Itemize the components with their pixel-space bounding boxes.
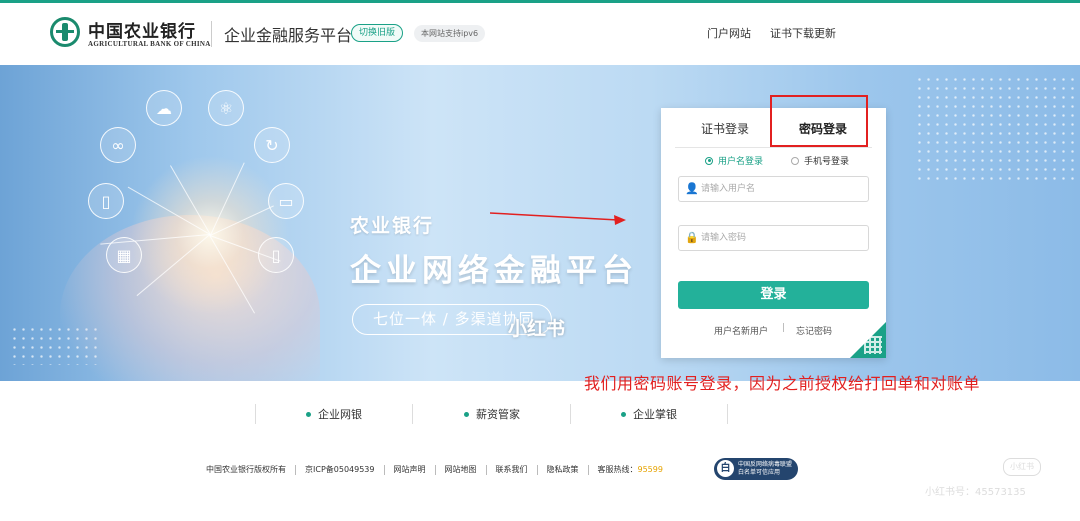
radio-selected-icon bbox=[705, 156, 713, 165]
abc-logo-icon[interactable] bbox=[50, 17, 80, 47]
footer-copyright: 中国农业银行版权所有 bbox=[206, 465, 286, 474]
product-separator bbox=[255, 404, 256, 424]
radio-username-label: 用户名登录 bbox=[718, 157, 764, 167]
product-link-mobile-banking[interactable]: 企业掌银 bbox=[621, 406, 677, 422]
bank-name-cn: 中国农业银行 bbox=[88, 22, 196, 42]
phone-icon: ▯ bbox=[258, 237, 294, 273]
link-separator: | bbox=[782, 323, 786, 333]
monitor-icon: ▭ bbox=[268, 183, 304, 219]
password-input[interactable]: 🔒 请输入密码 bbox=[678, 225, 869, 251]
login-button[interactable]: 登录 bbox=[678, 281, 869, 309]
cloud-icon: ☁ bbox=[146, 90, 182, 126]
radio-unselected-icon bbox=[791, 156, 799, 165]
lock-icon: 🔒 bbox=[685, 231, 699, 244]
bullet-icon bbox=[621, 411, 626, 417]
decor-dots bbox=[915, 75, 1080, 185]
bullet-icon bbox=[464, 411, 469, 417]
tab-separator bbox=[675, 147, 872, 148]
footer: 中国农业银行版权所有 京ICP备05049539 网站声明 网站地图 联系我们 … bbox=[197, 464, 672, 475]
switch-old-version-button[interactable]: 切换旧版 bbox=[351, 24, 404, 42]
bank-name-en: AGRICULTURAL BANK OF CHINA bbox=[88, 40, 211, 48]
xiaohongshu-id-watermark: 小红书号：45573135 bbox=[925, 487, 1026, 498]
banner-slogan-small: 农业银行 bbox=[350, 215, 435, 237]
radio-phone-login[interactable]: 手机号登录 bbox=[791, 154, 849, 167]
forgot-password-link[interactable]: 忘记密码 bbox=[796, 324, 832, 337]
atom-icon: ⚛ bbox=[208, 90, 244, 126]
product-link-corporate-banking[interactable]: 企业网银 bbox=[306, 406, 362, 422]
product-separator bbox=[727, 404, 728, 424]
header: 中国农业银行 AGRICULTURAL BANK OF CHINA 企业金融服务… bbox=[0, 3, 1080, 65]
product-link-payroll[interactable]: 薪资管家 bbox=[464, 406, 520, 422]
xiaohongshu-watermark: 小红书 bbox=[508, 318, 566, 340]
nav-portal-link[interactable]: 门户网站 bbox=[707, 25, 751, 41]
link-icon: ∞ bbox=[100, 127, 136, 163]
bullet-icon bbox=[306, 411, 311, 417]
ipv6-badge: 本网站支持ipv6 bbox=[414, 25, 486, 42]
footer-icp-link[interactable]: 京ICP备05049539 bbox=[296, 464, 384, 475]
mobile-icon: ▯ bbox=[88, 183, 124, 219]
qr-corner-icon[interactable] bbox=[850, 322, 886, 358]
footer-statement-link[interactable]: 网站声明 bbox=[385, 464, 435, 475]
whitelist-badge-icon: 白 bbox=[717, 460, 734, 477]
xiaohongshu-logo-watermark: 小红书 bbox=[1003, 458, 1041, 476]
product-separator bbox=[570, 404, 571, 424]
header-divider bbox=[211, 21, 212, 47]
annotation-note: 我们用密码账号登录，因为之前授权给打回单和对账单 bbox=[584, 374, 981, 393]
product-label: 企业掌银 bbox=[633, 408, 677, 421]
window-icon: ▦ bbox=[106, 237, 142, 273]
hotline-label: 客服热线： bbox=[597, 465, 638, 474]
annotation-arrow-icon bbox=[490, 212, 626, 225]
password-placeholder: 请输入密码 bbox=[701, 233, 747, 243]
banner-slogan-big: 企业网络金融平台 bbox=[350, 253, 638, 289]
badge-line1: 中国反网络病毒联盟 bbox=[738, 461, 793, 468]
product-label: 企业网银 bbox=[318, 408, 362, 421]
sync-icon: ↻ bbox=[254, 127, 290, 163]
badge-line2: 白名单可信应用 bbox=[738, 469, 781, 476]
annotation-highlight-box bbox=[770, 95, 868, 147]
nav-cert-download-link[interactable]: 证书下载更新 bbox=[770, 25, 836, 41]
radio-username-login[interactable]: 用户名登录 bbox=[705, 154, 763, 167]
tab-cert-login[interactable]: 证书登录 bbox=[701, 120, 749, 137]
footer-sitemap-link[interactable]: 网站地图 bbox=[436, 464, 486, 475]
platform-title: 企业金融服务平台 bbox=[224, 26, 353, 45]
footer-contact-link[interactable]: 联系我们 bbox=[487, 464, 537, 475]
hero-banner: ∞ ☁ ⚛ ↻ ▯ ▭ ▦ ▯ 农业银行 企业网络金融平台 七位一体 / 多渠道… bbox=[0, 65, 1080, 381]
footer-privacy-link[interactable]: 隐私政策 bbox=[538, 464, 588, 475]
product-separator bbox=[412, 404, 413, 424]
user-icon: 👤 bbox=[685, 182, 699, 195]
new-user-link[interactable]: 用户名新用户 bbox=[714, 324, 768, 337]
username-placeholder: 请输入用户名 bbox=[701, 184, 756, 194]
footer-hotline: 客服热线：95599 bbox=[589, 464, 672, 475]
antivirus-whitelist-badge[interactable]: 白 中国反网络病毒联盟 白名单可信应用 bbox=[714, 458, 798, 480]
radio-phone-label: 手机号登录 bbox=[804, 157, 850, 167]
username-input[interactable]: 👤 请输入用户名 bbox=[678, 176, 869, 202]
hotline-number: 95599 bbox=[637, 465, 663, 474]
product-label: 薪资管家 bbox=[476, 408, 520, 421]
